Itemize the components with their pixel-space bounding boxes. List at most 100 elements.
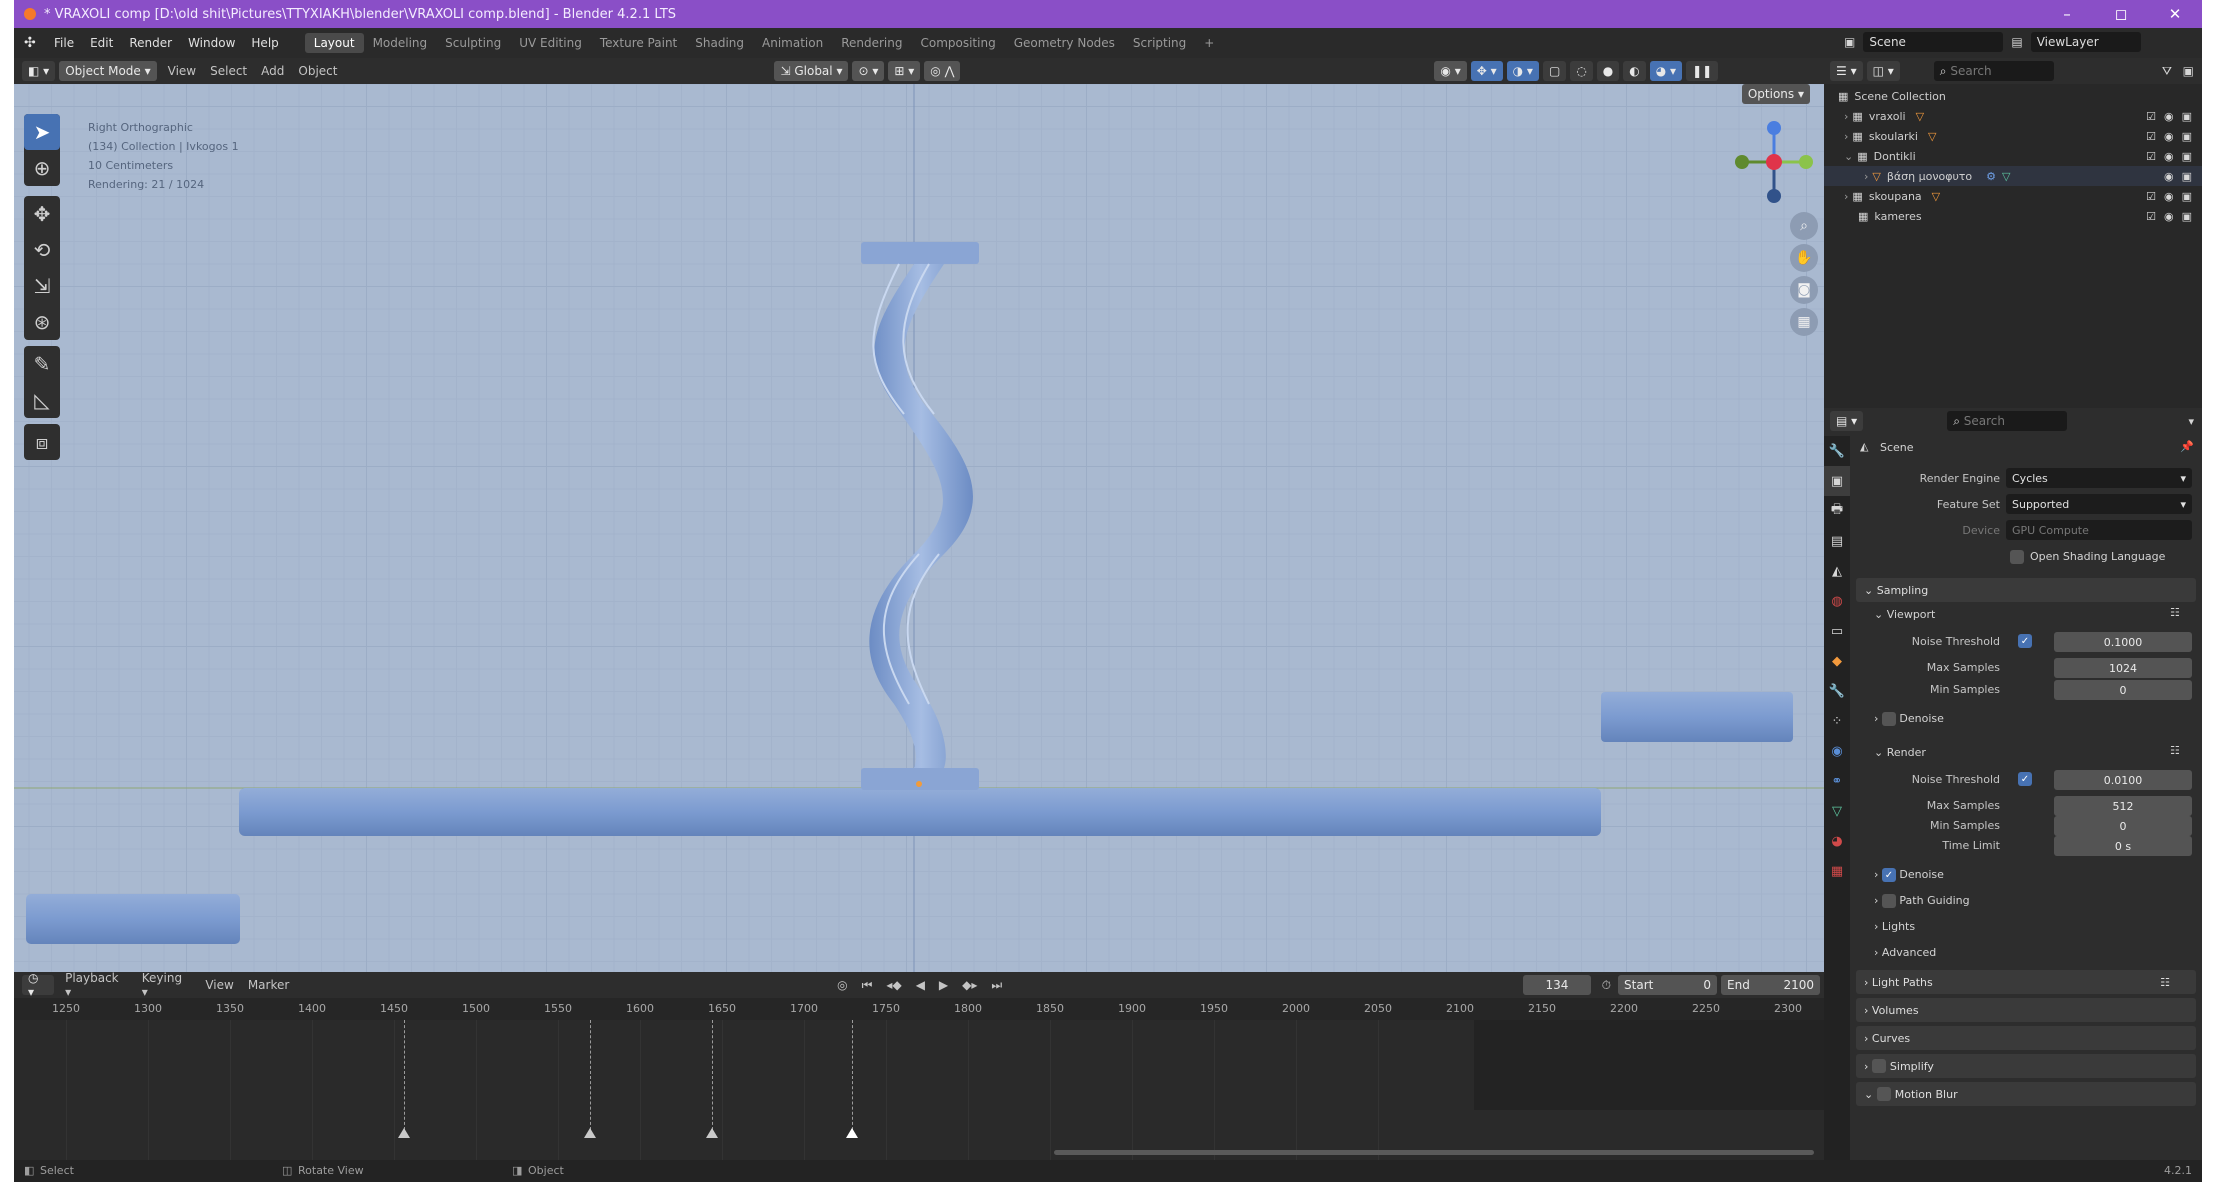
scene-tab-icon[interactable]: ◭ bbox=[1824, 556, 1850, 586]
object-mode-dropdown[interactable]: Object Mode ▾ bbox=[59, 61, 157, 81]
checkbox-icon[interactable]: ☑ bbox=[2146, 110, 2156, 123]
collapse-chevron-icon[interactable]: ⌄ bbox=[1844, 150, 1853, 163]
tab-shading[interactable]: Shading bbox=[686, 33, 753, 53]
osl-checkbox[interactable] bbox=[2010, 550, 2024, 564]
gizmo-toggle-button[interactable]: ✥ ▾ bbox=[1470, 61, 1503, 81]
keyframe-marker[interactable] bbox=[398, 1128, 410, 1138]
display-mode-button[interactable]: ◫ ▾ bbox=[1866, 61, 1900, 81]
transform-orientation-dropdown[interactable]: ⇲ Global ▾ bbox=[774, 61, 849, 81]
r-noise-field[interactable]: 0.0100 bbox=[2054, 770, 2192, 790]
chevron-down-icon[interactable]: ▾ bbox=[2188, 415, 2194, 428]
twisted-column-object[interactable] bbox=[869, 264, 973, 768]
eye-icon[interactable]: ◉ bbox=[2164, 130, 2174, 143]
render-tab-icon[interactable]: ▣ bbox=[1824, 466, 1850, 496]
tab-sculpting[interactable]: Sculpting bbox=[436, 33, 510, 53]
properties-search[interactable]: ⌕ Search bbox=[1947, 411, 2068, 431]
vp-noise-checkbox[interactable]: ✓ bbox=[2018, 634, 2032, 648]
eye-icon[interactable]: ◉ bbox=[2164, 190, 2174, 203]
jump-end-icon[interactable]: ⏭ bbox=[984, 978, 1009, 993]
vp-noise-field[interactable]: 0.1000 bbox=[2054, 632, 2192, 652]
select-menu[interactable]: Select bbox=[203, 64, 254, 78]
menu-window[interactable]: Window bbox=[180, 36, 243, 50]
keyframe-marker[interactable] bbox=[584, 1128, 596, 1138]
column-capital[interactable] bbox=[861, 242, 979, 264]
pin-icon[interactable]: 📌 bbox=[2180, 440, 2194, 453]
collection-tab-icon[interactable]: ▭ bbox=[1824, 616, 1850, 646]
object-menu[interactable]: Object bbox=[291, 64, 344, 78]
path-guiding-row[interactable]: › Path Guiding bbox=[1874, 894, 1970, 908]
xray-button[interactable]: ▢ bbox=[1542, 61, 1567, 81]
material-shading-button[interactable]: ◐ bbox=[1623, 61, 1646, 81]
physics-tab-icon[interactable]: ◉ bbox=[1824, 736, 1850, 766]
r-denoise-checkbox[interactable]: ✓ bbox=[1881, 868, 1896, 882]
view-layer-field[interactable]: ViewLayer bbox=[2030, 32, 2141, 52]
lights-row[interactable]: › Lights bbox=[1874, 920, 1915, 933]
pivot-point-button[interactable]: ⊙ ▾ bbox=[852, 61, 885, 81]
world-tab-icon[interactable]: ◍ bbox=[1824, 586, 1850, 616]
timeline-scrollbar[interactable] bbox=[1054, 1150, 1814, 1155]
vp-min-field[interactable]: 0 bbox=[2054, 680, 2192, 700]
view-menu[interactable]: View bbox=[161, 64, 203, 78]
eye-icon[interactable]: ◉ bbox=[2164, 150, 2174, 163]
checkbox-icon[interactable]: ☑ bbox=[2146, 130, 2156, 143]
sampling-panel-header[interactable]: ⌄ Sampling bbox=[1856, 578, 2196, 602]
tab-rendering[interactable]: Rendering bbox=[832, 33, 911, 53]
start-frame-field[interactable]: Start 0 bbox=[1618, 975, 1718, 995]
camera-icon[interactable]: ▣ bbox=[2182, 110, 2192, 123]
keyframe-marker-selected[interactable] bbox=[846, 1128, 858, 1138]
long-bar-object[interactable] bbox=[239, 788, 1601, 836]
camera-icon[interactable]: ▣ bbox=[2182, 130, 2192, 143]
marker-menu[interactable]: Marker bbox=[241, 978, 296, 992]
menu-file[interactable]: File bbox=[46, 36, 82, 50]
camera-icon[interactable]: ▣ bbox=[2182, 150, 2192, 163]
feature-set-dropdown[interactable]: Supported ▾ bbox=[2006, 494, 2192, 514]
proportional-edit-button[interactable]: ◎ ⋀ bbox=[924, 61, 961, 81]
eye-icon[interactable]: ◉ bbox=[2164, 210, 2174, 223]
outliner-row[interactable]: ▦ kameres ☑ ◉ ▣ bbox=[1824, 206, 2202, 226]
expand-chevron-icon[interactable]: › bbox=[1844, 130, 1848, 143]
outliner-row-root[interactable]: ▦ Scene Collection bbox=[1824, 86, 2202, 106]
volumes-panel-header[interactable]: › Volumes bbox=[1856, 998, 2196, 1022]
outliner-row[interactable]: › ▦ skoupana ▽ ☑ ◉ ▣ bbox=[1824, 186, 2202, 206]
tab-uv-editing[interactable]: UV Editing bbox=[510, 33, 591, 53]
r-noise-checkbox[interactable]: ✓ bbox=[2018, 772, 2032, 786]
pause-render-button[interactable]: ❚❚ bbox=[1686, 61, 1719, 81]
close-button[interactable]: ✕ bbox=[2148, 0, 2202, 28]
expand-chevron-icon[interactable]: › bbox=[1844, 110, 1848, 123]
next-keyframe-icon[interactable]: ◆▸ bbox=[955, 978, 984, 992]
output-tab-icon[interactable]: 🖶 bbox=[1824, 496, 1850, 526]
outliner-editor-type-button[interactable]: ☰ ▾ bbox=[1830, 61, 1863, 81]
tab-compositing[interactable]: Compositing bbox=[911, 33, 1004, 53]
tab-layout[interactable]: Layout bbox=[304, 33, 364, 53]
list-icon[interactable]: ☷ bbox=[2170, 606, 2180, 619]
light-paths-panel-header[interactable]: › Light Paths ☷ bbox=[1856, 970, 2196, 994]
tab-modeling[interactable]: Modeling bbox=[364, 33, 437, 53]
play-reverse-icon[interactable]: ◀ bbox=[909, 978, 932, 992]
modifier-tab-icon[interactable]: 🔧 bbox=[1824, 676, 1850, 706]
outliner-row[interactable]: › ▦ skoularki ▽ ☑ ◉ ▣ bbox=[1824, 126, 2202, 146]
jump-start-icon[interactable]: ⏮ bbox=[855, 978, 880, 993]
checkbox-icon[interactable]: ☑ bbox=[2146, 190, 2156, 203]
menu-render[interactable]: Render bbox=[121, 36, 180, 50]
r-max-field[interactable]: 512 bbox=[2054, 796, 2192, 816]
list-icon[interactable]: ☷ bbox=[2160, 976, 2170, 989]
visibility-button[interactable]: ◉ ▾ bbox=[1434, 61, 1467, 81]
checkbox-icon[interactable]: ☑ bbox=[2146, 210, 2156, 223]
current-frame-field[interactable]: 134 bbox=[1523, 975, 1591, 995]
prev-keyframe-icon[interactable]: ◂◆ bbox=[879, 978, 908, 992]
expand-chevron-icon[interactable]: › bbox=[1864, 170, 1868, 183]
solid-shading-button[interactable]: ● bbox=[1596, 61, 1620, 81]
overlay-toggle-button[interactable]: ◑ ▾ bbox=[1506, 61, 1539, 81]
advanced-row[interactable]: › Advanced bbox=[1874, 946, 1936, 959]
menu-help[interactable]: Help bbox=[243, 36, 286, 50]
device-dropdown[interactable]: GPU Compute bbox=[2006, 520, 2192, 540]
texture-tab-icon[interactable]: ▦ bbox=[1824, 856, 1850, 886]
right-block-object[interactable] bbox=[1601, 692, 1793, 742]
blender-menu-icon[interactable]: ✣ bbox=[24, 35, 40, 51]
path-guiding-checkbox[interactable] bbox=[1881, 894, 1896, 908]
rendered-shading-button[interactable]: ◕ ▾ bbox=[1649, 61, 1683, 81]
outliner-row[interactable]: › ▦ vraxoli ▽ ☑ ◉ ▣ bbox=[1824, 106, 2202, 126]
camera-icon[interactable]: ▣ bbox=[2182, 210, 2192, 223]
keyframe-marker[interactable] bbox=[706, 1128, 718, 1138]
tab-texture-paint[interactable]: Texture Paint bbox=[591, 33, 686, 53]
